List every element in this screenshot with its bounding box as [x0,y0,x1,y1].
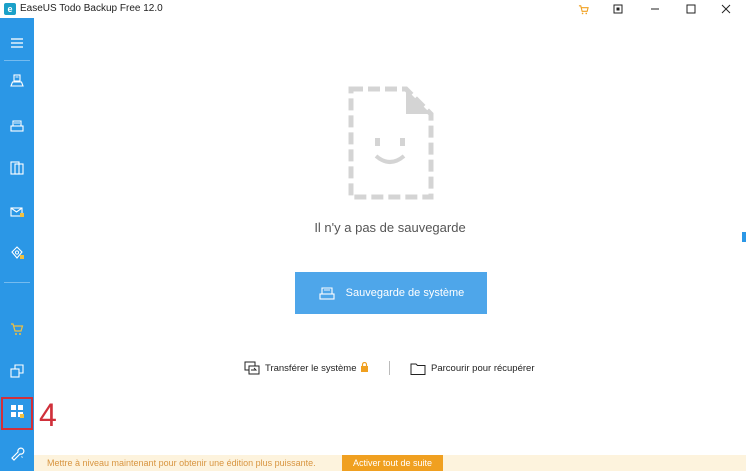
smart-backup-icon[interactable] [0,238,34,268]
system-backup-icon[interactable] [0,111,34,141]
sidebar-divider [4,60,30,61]
cart-icon[interactable] [568,0,598,18]
mail-backup-icon[interactable] [0,196,34,226]
browse-recover-label: Parcourir pour récupérer [431,362,535,374]
annotation-step-number: 4 [39,397,57,433]
cart-icon[interactable] [0,314,34,344]
empty-state-message: Il n'y a pas de sauvegarde [314,220,466,235]
links-divider [389,361,390,375]
empty-document-icon [348,86,434,200]
restore-icon[interactable] [603,0,633,18]
system-backup-icon [318,285,336,301]
wrench-icon[interactable] [0,438,34,468]
annotation-highlight-box [1,397,33,430]
upgrade-bar: Mettre à niveau maintenant pour obtenir … [34,455,746,471]
maximize-icon[interactable] [676,0,706,18]
activate-now-button[interactable]: Activer tout de suite [342,455,443,471]
transfer-icon [244,361,260,375]
clone-icon[interactable] [0,356,34,386]
sidebar-divider [4,282,30,283]
system-backup-button-label: Sauvegarde de système [345,287,465,299]
title-bar: e EaseUS Todo Backup Free 12.0 [0,0,746,18]
lock-icon [360,361,369,374]
file-backup-icon[interactable] [0,153,34,183]
transfer-system-label: Transférer le système [265,362,357,374]
minimize-icon[interactable] [640,0,670,18]
system-backup-button[interactable]: Sauvegarde de système [295,272,487,314]
hamburger-icon[interactable] [0,28,34,58]
right-edge-marker [742,232,746,242]
upgrade-message: Mettre à niveau maintenant pour obtenir … [47,458,316,468]
disk-backup-icon[interactable] [0,66,34,96]
folder-icon [410,362,426,375]
app-logo-icon: e [4,3,16,15]
transfer-system-link[interactable]: Transférer le système [244,360,369,376]
browse-recover-link[interactable]: Parcourir pour récupérer [410,360,535,376]
window-title: EaseUS Todo Backup Free 12.0 [20,3,163,14]
close-icon[interactable] [711,0,741,18]
